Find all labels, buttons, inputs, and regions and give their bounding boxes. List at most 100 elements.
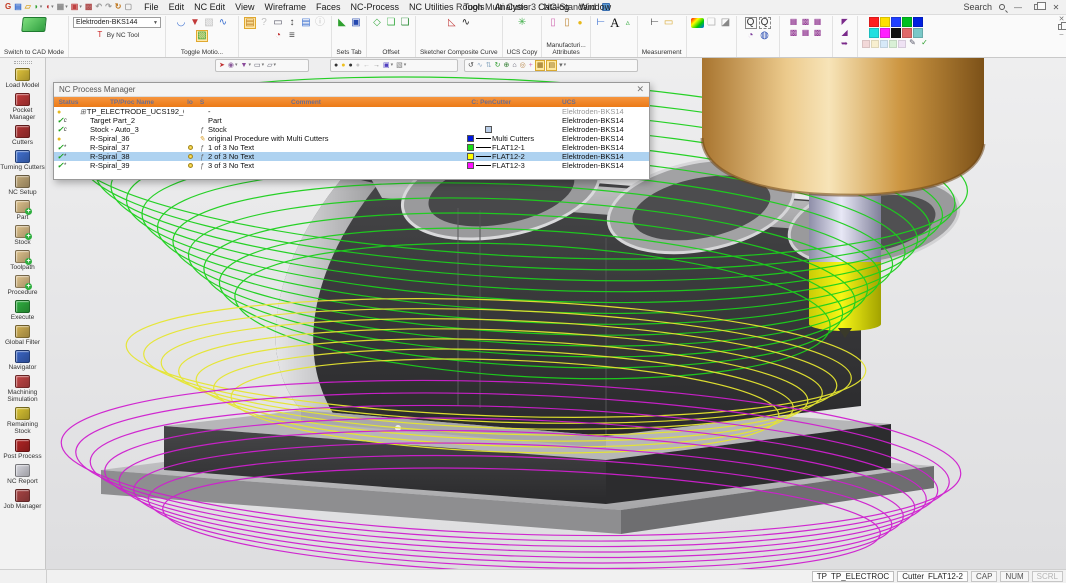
pm-col-status[interactable]: Status [54, 99, 80, 106]
pattern-grid-icon[interactable]: ▦ [789, 17, 799, 27]
show-bulb-icon[interactable]: ● [340, 60, 346, 71]
pattern-linear-icon[interactable]: ▩ [789, 28, 799, 38]
prev-arrow-icon[interactable]: ← [362, 60, 371, 71]
pick-filter-icon[interactable]: ▼▾ [240, 60, 252, 71]
composite-curve-icon[interactable]: ∿ [460, 17, 472, 29]
ucs-copy-icon[interactable]: ✳ [516, 17, 528, 29]
rewind-icon[interactable]: ↺ [467, 60, 475, 71]
pm-col-ucs[interactable]: UCS [562, 99, 649, 106]
menu-wireframe[interactable]: Wireframe [259, 2, 311, 12]
motion-wave-icon[interactable]: ∿ [476, 60, 484, 71]
bulb-dim-icon[interactable]: ● [355, 60, 361, 71]
pattern-mirror-icon[interactable]: ▩ [801, 17, 811, 27]
sidebar-item-machining-simulation[interactable]: Machining Simulation [0, 375, 46, 403]
redo-icon[interactable]: ↷ [104, 3, 113, 11]
sidebar-item-post-process[interactable]: Post Process [0, 439, 46, 460]
display-box-icon[interactable]: ▣▾ [382, 60, 394, 71]
refresh-green-icon[interactable]: ↻ [494, 60, 502, 71]
pick-arrow-icon[interactable]: ➤ [218, 60, 226, 71]
sidebar-item-procedure[interactable]: +Procedure [0, 275, 46, 296]
palette-color-8[interactable] [902, 28, 912, 38]
menu-window[interactable]: Window [574, 2, 616, 12]
list-settings-icon[interactable]: ≡ [286, 30, 298, 42]
pm-col-tp-proc-name[interactable]: TP/Proc Name [80, 99, 184, 106]
tool-selector-dropdown[interactable]: Elektroden-BKS144▼ [73, 17, 161, 28]
palette-color-1[interactable] [880, 17, 890, 27]
measure-length-icon[interactable]: ⊢ [649, 17, 661, 29]
menu-tools[interactable]: Tools [459, 2, 490, 12]
pm-row-r-spiral-39[interactable]: ✓*R-Spiral_39ƒ3 of 3 No TextFLAT12-3Elek… [54, 161, 649, 170]
help-icon[interactable]: ? [258, 17, 270, 29]
pick-window-icon[interactable]: ▭▾ [253, 60, 265, 71]
sim-pink-icon[interactable]: + [528, 60, 534, 71]
pm-row-r-spiral-37[interactable]: ✓*R-Spiral_37ƒ1 of 3 No TextFLAT12-1Elek… [54, 143, 649, 152]
gauge-highlight-icon[interactable]: ▦ [535, 60, 546, 71]
toggle-blue-bulb-icon[interactable]: ◡ [175, 17, 187, 29]
menu-faces[interactable]: Faces [311, 2, 346, 12]
palette-color-3[interactable] [902, 17, 912, 27]
menu-nc-process[interactable]: NC-Process [346, 2, 405, 12]
pick-polygon-icon[interactable]: ▱▾ [266, 60, 277, 71]
grid-icon[interactable]: ▦▾ [56, 3, 69, 11]
palette-color-9[interactable] [913, 28, 923, 38]
export-model-icon[interactable]: ◖▾ [44, 3, 54, 11]
hide-all-bulb-icon[interactable]: ● [333, 60, 339, 71]
palette-pale-color-3[interactable] [889, 40, 897, 48]
pm-col-lo[interactable]: lo [184, 99, 196, 106]
menu-nc-utilities[interactable]: NC Utilities [404, 2, 459, 12]
toggle-red-funnel-icon[interactable]: ▼ [189, 17, 201, 29]
pm-col-cutter[interactable]: Cutter [492, 99, 562, 106]
palette-pale-color-1[interactable] [871, 40, 879, 48]
zoom-object-icon[interactable]: ◔ [745, 30, 757, 42]
sketcher-icon[interactable]: ◺ [446, 17, 458, 29]
pick-entity-icon[interactable]: ◉▾ [227, 60, 239, 71]
restore-button[interactable] [1031, 3, 1043, 12]
offset-stack-icon[interactable]: ❏ [399, 17, 411, 29]
sidebar-item-global-filter[interactable]: Global Filter [0, 325, 46, 346]
ribbon-group-cad-mode[interactable]: Switch to CAD Mode [0, 16, 69, 57]
palette-color-6[interactable] [880, 28, 890, 38]
pm-col-c-pen[interactable]: C: Pen [404, 99, 492, 106]
sidebar-item-execute[interactable]: Execute [0, 300, 46, 321]
globe-icon[interactable]: ⊕ [503, 60, 511, 71]
pm-row-stock-auto-3[interactable]: ✓cStock - Auto_3ƒStockElektroden-BKS14 [54, 125, 649, 134]
home-icon[interactable]: ⌂ [511, 60, 517, 71]
palette-color-4[interactable] [913, 17, 923, 27]
window-panel-icon[interactable]: ▭ [272, 17, 284, 29]
zoom-dashed-icon[interactable]: Q [759, 17, 771, 29]
menu-analysis[interactable]: Analysis [490, 2, 534, 12]
app-icon[interactable]: G [4, 3, 12, 11]
menu-catalog[interactable]: Catalog [533, 2, 574, 12]
manufacturing-tool-icon[interactable]: ▯ [561, 17, 573, 29]
chart-highlight-icon[interactable]: ▤ [546, 60, 557, 71]
palette-color-5[interactable] [869, 28, 879, 38]
text-tool-icon[interactable]: A [609, 17, 621, 29]
pm-row-r-spiral-36[interactable]: ●R-Spiral_36✎original Procedure with Mul… [54, 134, 649, 143]
paste-arrow-icon[interactable]: ➥ [840, 39, 850, 49]
pattern-copy-icon[interactable]: ▩ [813, 28, 823, 38]
palette-color-2[interactable] [891, 17, 901, 27]
update-icon[interactable]: ▩ [84, 3, 94, 11]
palette-pale-color-2[interactable] [880, 40, 888, 48]
motion-step-icon[interactable]: ⇅ [485, 60, 493, 71]
menu-view[interactable]: View [230, 2, 259, 12]
frame-icon[interactable]: ▢ [124, 3, 134, 11]
pattern-rotate-icon[interactable]: ▦ [813, 17, 823, 27]
ribbon-minimize-icon[interactable]: ‒ [1060, 31, 1064, 38]
pattern-box-icon[interactable]: ▦ [801, 28, 811, 38]
brush-icon[interactable]: ✓ [920, 38, 930, 48]
zoom-globe-icon[interactable]: ◍ [759, 30, 771, 42]
sidebar-item-nc-report[interactable]: NC Report [0, 464, 46, 485]
undo-icon[interactable]: ↶ [94, 3, 103, 11]
by-nc-tool-label[interactable]: By NC Tool [107, 32, 139, 39]
toggle-path-icon[interactable]: ∿ [217, 17, 229, 29]
palette-color-0[interactable] [869, 17, 879, 27]
status-toggle-num[interactable]: NUM [1000, 571, 1028, 582]
pencil-icon[interactable]: ✎ [908, 38, 918, 48]
ribbon-restore-icon[interactable] [1058, 24, 1065, 30]
info-icon[interactable]: ⓘ [314, 17, 326, 29]
close-button[interactable]: ✕ [1050, 3, 1062, 12]
offset-surface-icon[interactable]: ❏ [385, 17, 397, 29]
palette-pale-color-4[interactable] [898, 40, 906, 48]
sidebar-grip[interactable] [14, 61, 32, 64]
